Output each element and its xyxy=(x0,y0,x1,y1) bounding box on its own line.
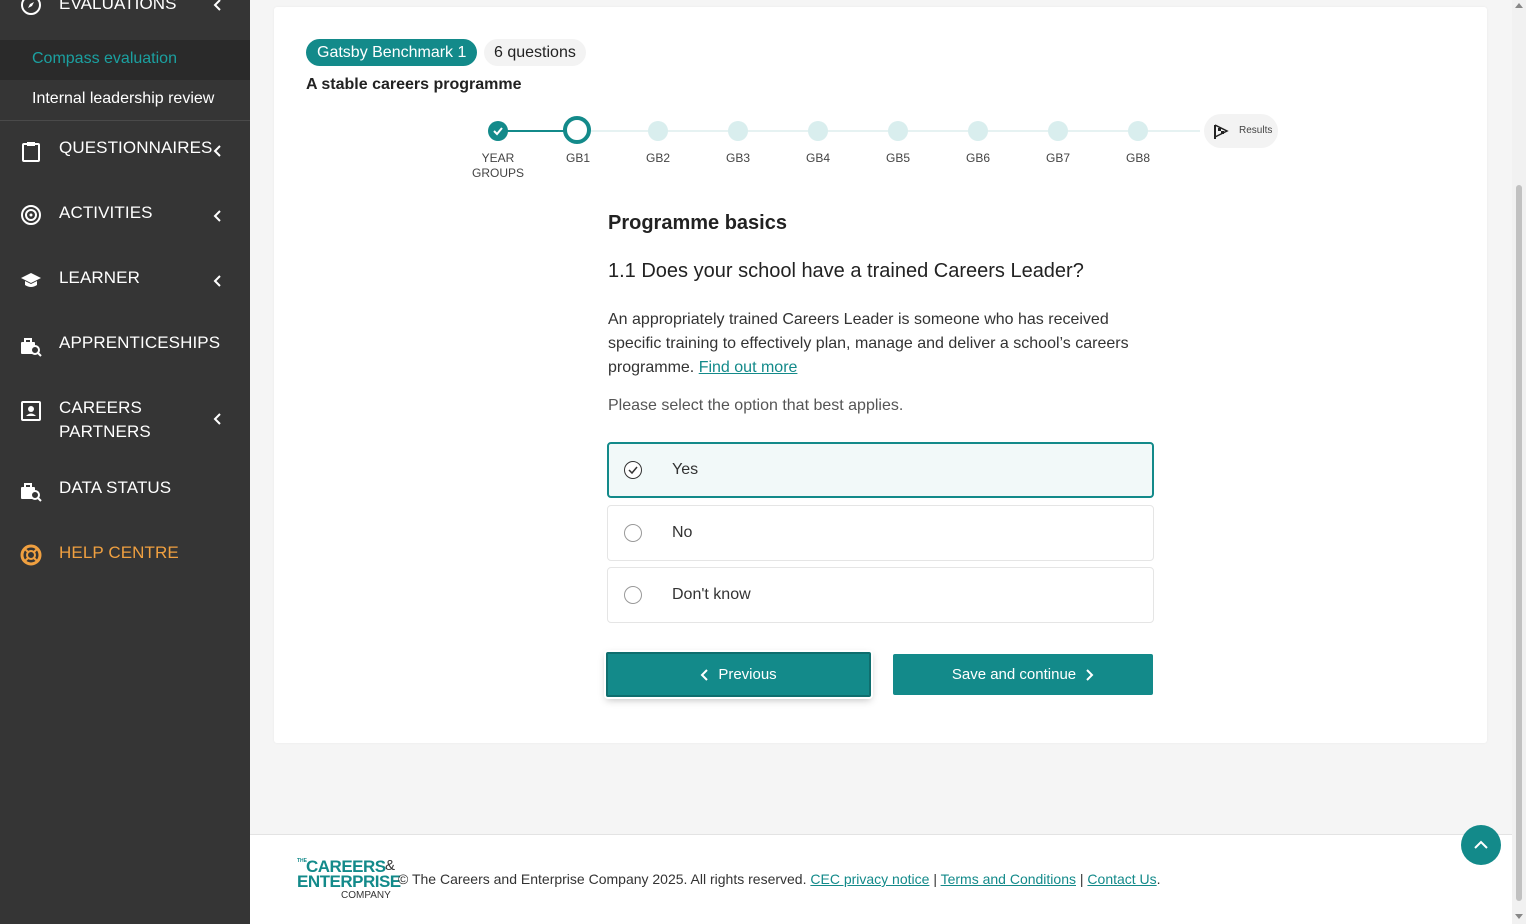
chevron-up-icon xyxy=(1474,840,1488,849)
cec-logo[interactable]: THE CAREERS & ENTERPRISE COMPANY xyxy=(297,857,401,903)
section-title: Programme basics xyxy=(608,212,787,234)
contact-link[interactable]: Contact Us xyxy=(1087,871,1156,887)
lifebuoy-icon xyxy=(20,544,42,566)
step-results[interactable]: Results xyxy=(1204,114,1278,148)
step-gb5[interactable] xyxy=(888,121,908,141)
previous-button[interactable]: Previous xyxy=(606,652,871,697)
find-out-more-link[interactable]: Find out more xyxy=(699,359,798,376)
radio-icon xyxy=(624,586,642,604)
previous-label: Previous xyxy=(718,666,777,683)
sidebar-item-careers-partners[interactable]: CAREERS PARTNERS xyxy=(0,388,250,456)
sidebar-item-label: ACTIVITIES xyxy=(59,203,153,222)
step-label-groups: GROUPS xyxy=(471,166,524,180)
step-gb2[interactable] xyxy=(648,121,668,141)
terms-link[interactable]: Terms and Conditions xyxy=(941,871,1076,887)
step-gb3[interactable] xyxy=(728,121,748,141)
chevron-left-icon xyxy=(700,668,709,681)
sidebar-item-label: APPRENTICESHIPS xyxy=(59,333,221,352)
step-label-year: YEAR xyxy=(481,151,515,165)
step-label-gb3: GB3 xyxy=(725,151,750,165)
step-label-gb5: GB5 xyxy=(885,151,910,165)
sidebar-item-learner[interactable]: LEARNER xyxy=(0,258,250,302)
step-label-gb6: GB6 xyxy=(965,151,990,165)
step-label-gb2: GB2 xyxy=(645,151,670,165)
checkered-flag-icon xyxy=(1214,124,1229,139)
step-gb8[interactable] xyxy=(1128,121,1148,141)
option-label: Yes xyxy=(672,461,699,478)
option-label: Don't know xyxy=(672,586,751,603)
option-yes[interactable]: Yes xyxy=(607,442,1154,498)
sidebar-item-data-status[interactable]: DATA STATUS xyxy=(0,468,250,512)
description-text: An appropriately trained Careers Leader … xyxy=(608,311,1129,376)
page-scrollbar[interactable] xyxy=(1512,0,1526,924)
progress-stepper: YEAR GROUPS GB1 GB2 GB3 GB4 GB5 GB6 GB7 … xyxy=(0,0,1526,200)
step-label-gb8: GB8 xyxy=(1125,151,1150,165)
target-icon xyxy=(20,204,42,226)
instruction-text: Please select the option that best appli… xyxy=(608,397,904,414)
option-no[interactable]: No xyxy=(607,505,1154,561)
chevron-left-icon xyxy=(213,275,221,287)
scroll-thumb[interactable] xyxy=(1516,185,1522,901)
footer-copyright: © The Careers and Enterprise Company 202… xyxy=(398,871,1161,887)
separator: | xyxy=(933,871,937,887)
save-continue-label: Save and continue xyxy=(951,666,1077,683)
step-results-label: Results xyxy=(1239,125,1273,136)
separator: | xyxy=(1079,871,1084,887)
step-gb4[interactable] xyxy=(808,121,828,141)
chevron-right-icon xyxy=(1086,668,1094,681)
step-label-gb4: GB4 xyxy=(805,151,830,165)
radio-icon xyxy=(624,524,642,542)
briefcase-search-icon xyxy=(20,481,42,503)
check-icon xyxy=(493,127,503,136)
option-label: No xyxy=(672,524,693,541)
question-text: 1.1 Does your school have a trained Care… xyxy=(608,260,1084,282)
sidebar-item-label: HELP CENTRE xyxy=(59,543,179,562)
save-continue-button[interactable]: Save and continue xyxy=(893,654,1153,695)
scroll-up-arrow-icon[interactable] xyxy=(1515,3,1523,8)
graduation-cap-icon xyxy=(20,269,42,291)
sidebar-item-help-centre[interactable]: HELP CENTRE xyxy=(0,533,250,577)
briefcase-search-icon xyxy=(20,336,42,358)
step-gb6[interactable] xyxy=(968,121,988,141)
chevron-left-icon xyxy=(213,210,221,222)
chevron-left-icon xyxy=(213,413,221,425)
privacy-link[interactable]: CEC privacy notice xyxy=(810,871,929,887)
sidebar-item-apprenticeships[interactable]: APPRENTICESHIPS xyxy=(0,323,250,367)
step-label-gb1: GB1 xyxy=(565,151,590,165)
step-label-gb7: GB7 xyxy=(1045,151,1070,165)
step-gb7[interactable] xyxy=(1048,121,1068,141)
radio-checked-icon xyxy=(624,461,642,479)
copyright-text: © The Careers and Enterprise Company 202… xyxy=(398,871,807,887)
sidebar-item-label-line2: PARTNERS xyxy=(59,422,151,441)
sidebar-item-label: CAREERS xyxy=(59,398,142,417)
question-description: An appropriately trained Careers Leader … xyxy=(608,308,1153,380)
logo-line3: COMPANY xyxy=(341,890,391,901)
sidebar-item-label: DATA STATUS xyxy=(59,478,172,497)
contact-card-icon xyxy=(20,400,42,422)
scroll-down-arrow-icon[interactable] xyxy=(1515,914,1523,919)
option-dont-know[interactable]: Don't know xyxy=(607,567,1154,623)
back-to-top-button[interactable] xyxy=(1461,825,1501,865)
step-year-groups[interactable] xyxy=(488,121,508,141)
sidebar-item-label: LEARNER xyxy=(59,268,141,287)
footer-period: . xyxy=(1156,871,1161,887)
step-gb1[interactable] xyxy=(563,116,591,144)
logo-line2: ENTERPRISE xyxy=(297,872,401,891)
